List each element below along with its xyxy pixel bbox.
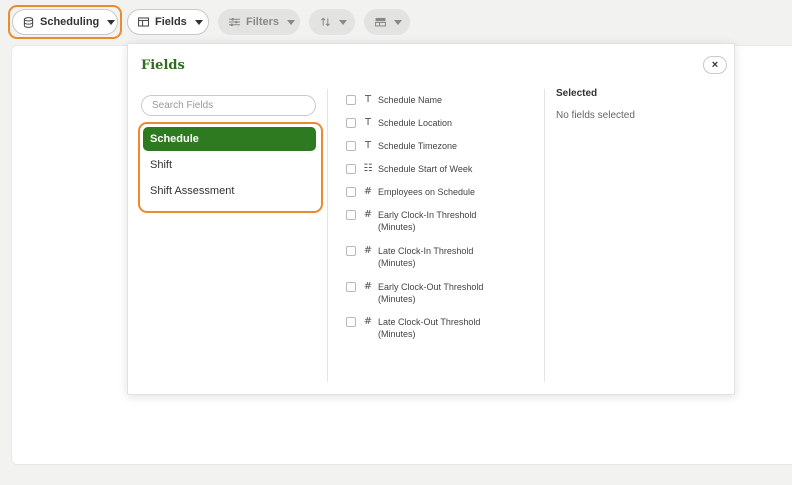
table-columns-icon bbox=[138, 17, 149, 27]
text-type-icon: T bbox=[364, 94, 372, 105]
filters-dropdown-button[interactable]: Filters bbox=[218, 9, 300, 35]
chevron-down-icon bbox=[394, 19, 402, 25]
fields-panel: Fields × Schedule Shift Shift Assessment… bbox=[127, 43, 735, 395]
field-option[interactable]: # Early Clock-Out Threshold (Minutes) bbox=[346, 281, 498, 305]
field-label: Early Clock-Out Threshold (Minutes) bbox=[378, 282, 484, 304]
selected-heading: Selected bbox=[556, 88, 598, 99]
field-checkbox[interactable] bbox=[346, 164, 356, 174]
field-label: Schedule Location bbox=[378, 118, 453, 128]
scheduling-label: Scheduling bbox=[40, 16, 100, 28]
sliders-icon bbox=[229, 17, 240, 27]
category-item-shift-assessment[interactable]: Shift Assessment bbox=[143, 179, 316, 203]
text-type-icon: T bbox=[364, 117, 372, 128]
number-type-icon: # bbox=[363, 281, 373, 292]
selected-empty-message: No fields selected bbox=[556, 110, 635, 121]
column-divider bbox=[544, 89, 545, 382]
number-type-icon: # bbox=[363, 186, 373, 197]
field-label: Schedule Timezone bbox=[378, 141, 458, 151]
sort-dropdown-button[interactable] bbox=[309, 9, 355, 35]
field-option[interactable]: # Employees on Schedule bbox=[346, 186, 498, 198]
field-option[interactable]: T Schedule Name bbox=[346, 94, 498, 106]
database-icon bbox=[23, 16, 34, 28]
field-option[interactable]: # Late Clock-In Threshold (Minutes) bbox=[346, 245, 498, 269]
fields-dropdown-button[interactable]: Fields bbox=[127, 9, 209, 35]
field-checkbox[interactable] bbox=[346, 118, 356, 128]
fields-label: Fields bbox=[155, 16, 187, 28]
field-option[interactable]: # Late Clock-Out Threshold (Minutes) bbox=[346, 316, 498, 340]
field-label: Early Clock-In Threshold (Minutes) bbox=[378, 210, 477, 232]
chevron-down-icon bbox=[107, 19, 116, 25]
field-label: Late Clock-In Threshold (Minutes) bbox=[378, 246, 474, 268]
number-type-icon: # bbox=[363, 209, 373, 220]
text-type-icon: T bbox=[364, 140, 372, 151]
close-button[interactable]: × bbox=[703, 56, 727, 74]
field-checkbox[interactable] bbox=[346, 317, 356, 327]
number-type-icon: # bbox=[363, 245, 373, 256]
search-fields-input[interactable] bbox=[141, 95, 316, 116]
list-type-icon: ☷ bbox=[363, 163, 373, 174]
chevron-down-icon bbox=[194, 19, 203, 25]
field-checkbox[interactable] bbox=[346, 95, 356, 105]
field-option[interactable]: # Early Clock-In Threshold (Minutes) bbox=[346, 209, 498, 233]
field-label: Schedule Name bbox=[378, 95, 443, 105]
field-checkbox[interactable] bbox=[346, 141, 356, 151]
field-checkbox[interactable] bbox=[346, 187, 356, 197]
toolbar: Scheduling Fields Filters bbox=[0, 0, 792, 44]
chevron-down-icon bbox=[287, 19, 296, 25]
filters-label: Filters bbox=[246, 16, 280, 28]
panel-title: Fields bbox=[141, 58, 185, 73]
group-rows-icon bbox=[375, 17, 386, 27]
category-item-shift[interactable]: Shift bbox=[143, 153, 316, 177]
field-label: Schedule Start of Week bbox=[378, 164, 473, 174]
field-checkbox[interactable] bbox=[346, 246, 356, 256]
field-label: Employees on Schedule bbox=[378, 187, 476, 197]
field-option[interactable]: T Schedule Location bbox=[346, 117, 498, 129]
chevron-down-icon bbox=[339, 19, 347, 25]
close-icon: × bbox=[711, 59, 719, 71]
scheduling-dropdown-button[interactable]: Scheduling bbox=[12, 9, 118, 35]
group-dropdown-button[interactable] bbox=[364, 9, 410, 35]
field-label: Late Clock-Out Threshold (Minutes) bbox=[378, 317, 481, 339]
field-checkbox[interactable] bbox=[346, 282, 356, 292]
field-checkbox[interactable] bbox=[346, 210, 356, 220]
field-option[interactable]: ☷ Schedule Start of Week bbox=[346, 163, 498, 175]
field-option[interactable]: T Schedule Timezone bbox=[346, 140, 498, 152]
number-type-icon: # bbox=[363, 316, 373, 327]
sort-arrows-icon bbox=[321, 17, 330, 27]
category-item-schedule[interactable]: Schedule bbox=[143, 127, 316, 151]
column-divider bbox=[327, 89, 328, 382]
